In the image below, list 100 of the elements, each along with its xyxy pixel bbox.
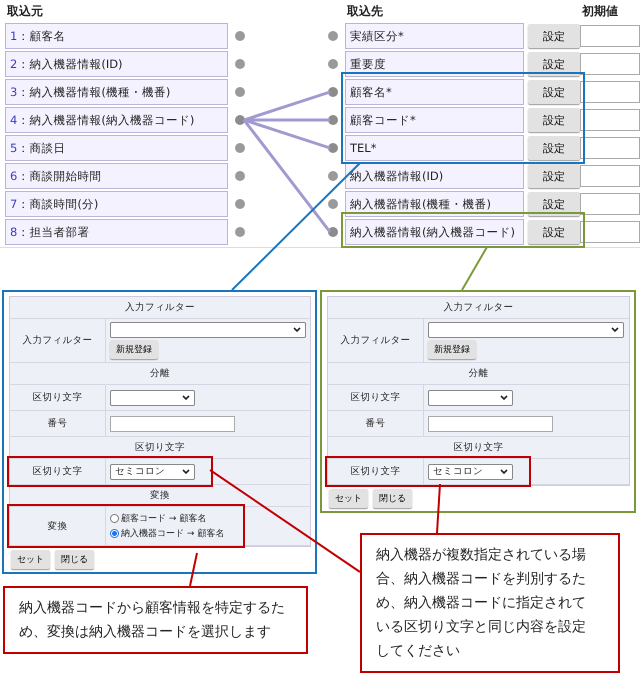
target-field[interactable]: TEL*	[345, 135, 524, 161]
field-number: 3	[10, 85, 18, 99]
source-field[interactable]: 2：納入機器情報(ID)	[5, 51, 228, 77]
field-name: ：担当者部署	[17, 224, 90, 240]
field-name: ：商談日	[17, 140, 66, 156]
radio-button[interactable]	[110, 514, 119, 523]
connector-dot[interactable]	[235, 31, 245, 41]
field-label: 区切り文字	[328, 385, 424, 410]
field-name: ：納入機器情報(機種・機番)	[17, 84, 170, 100]
default-value-field[interactable]	[580, 221, 640, 243]
option-label: 顧客コード → 顧客名	[121, 512, 206, 525]
field-number: 4	[10, 113, 18, 127]
settings-button[interactable]: 設定	[528, 24, 580, 48]
new-registration-button[interactable]: 新規登録	[428, 340, 476, 359]
section-heading: 分離	[10, 363, 310, 385]
default-value-field[interactable]	[580, 193, 640, 215]
source-field[interactable]: 7：商談時間(分)	[5, 191, 228, 217]
connector-dot[interactable]	[328, 59, 338, 69]
default-value-field[interactable]	[580, 53, 640, 75]
settings-button[interactable]: 設定	[528, 220, 580, 244]
source-field[interactable]: 5：商談日	[5, 135, 228, 161]
settings-button[interactable]: 設定	[528, 192, 580, 216]
number-field[interactable]	[110, 416, 235, 432]
source-field[interactable]: 4：納入機器情報(納入機器コード)	[5, 107, 228, 133]
dropdown-value: セミコロン	[433, 465, 483, 478]
field-number: 8	[10, 225, 18, 239]
connector-dot[interactable]	[328, 115, 338, 125]
number-field[interactable]	[428, 416, 553, 432]
delimiter-dropdown[interactable]	[428, 390, 513, 406]
field-label: 変換	[10, 507, 106, 545]
default-value-field[interactable]	[580, 109, 640, 131]
settings-button[interactable]: 設定	[528, 108, 580, 132]
section-heading: 分離	[328, 363, 629, 385]
filter-dropdown[interactable]	[110, 322, 306, 338]
panel-button[interactable]: セット	[329, 489, 368, 508]
connector-dot[interactable]	[235, 115, 245, 125]
panel-button[interactable]: セット	[11, 550, 50, 569]
field-label: 区切り文字	[10, 385, 106, 410]
settings-button[interactable]: 設定	[528, 80, 580, 104]
field-label: 入力フィルター	[10, 319, 106, 362]
chevron-icon	[293, 327, 301, 333]
settings-button[interactable]: 設定	[528, 52, 580, 76]
default-value-field[interactable]	[580, 81, 640, 103]
target-field[interactable]: 重要度	[345, 51, 524, 77]
delimiter-dropdown[interactable]	[110, 390, 195, 406]
connector-dot[interactable]	[235, 227, 245, 237]
source-field[interactable]: 6：商談開始時間	[5, 163, 228, 189]
default-value-field[interactable]	[580, 137, 640, 159]
connector-dot[interactable]	[235, 87, 245, 97]
column-heading: 取込先	[346, 2, 384, 20]
panel-button[interactable]: 閉じる	[55, 550, 94, 569]
dropdown-value: セミコロン	[115, 465, 165, 478]
source-field[interactable]: 8：担当者部署	[5, 219, 228, 245]
connector-dot[interactable]	[328, 227, 338, 237]
target-field[interactable]: 実績区分*	[345, 23, 524, 49]
leader-line	[436, 484, 441, 534]
settings-button[interactable]: 設定	[528, 164, 580, 188]
section-heading: 変換	[10, 485, 310, 507]
radio-option[interactable]: 顧客コード → 顧客名	[110, 512, 224, 525]
target-field[interactable]: 納入機器情報(納入機器コード)	[345, 219, 524, 245]
connector-dot[interactable]	[235, 171, 245, 181]
target-field[interactable]: 顧客名*	[345, 79, 524, 105]
connector-dot[interactable]	[235, 59, 245, 69]
panel-button[interactable]: 閉じる	[373, 489, 412, 508]
field-name: ：納入機器情報(納入機器コード)	[17, 112, 194, 128]
leader-line	[189, 552, 198, 586]
field-name: ：納入機器情報(ID)	[17, 56, 123, 72]
filter-dropdown[interactable]	[428, 322, 624, 338]
source-field[interactable]: 1：顧客名	[5, 23, 228, 49]
radio-button[interactable]	[110, 529, 119, 538]
connector-dot[interactable]	[328, 87, 338, 97]
connector-dot[interactable]	[235, 143, 245, 153]
default-value-field[interactable]	[580, 25, 640, 47]
default-value-field[interactable]	[580, 165, 640, 187]
field-label: 区切り文字	[10, 459, 106, 484]
connector-dot[interactable]	[328, 171, 338, 181]
connector-dot[interactable]	[328, 199, 338, 209]
section-heading: 入力フィルター	[10, 297, 310, 319]
section-heading: 区切り文字	[10, 437, 310, 459]
settings-button[interactable]: 設定	[528, 136, 580, 160]
connector-dot[interactable]	[328, 31, 338, 41]
field-number: 5	[10, 141, 18, 155]
target-field[interactable]: 顧客コード*	[345, 107, 524, 133]
field-label: 区切り文字	[328, 459, 424, 484]
connector-dot[interactable]	[328, 143, 338, 153]
section-heading: 区切り文字	[328, 437, 629, 459]
target-field[interactable]: 納入機器情報(機種・機番)	[345, 191, 524, 217]
field-number: 1	[10, 29, 18, 43]
chevron-icon	[500, 394, 508, 400]
new-registration-button[interactable]: 新規登録	[110, 340, 158, 359]
delimiter-dropdown[interactable]: セミコロン	[428, 464, 513, 480]
field-label: 番号	[10, 411, 106, 436]
chevron-icon	[182, 468, 190, 474]
chevron-icon	[500, 468, 508, 474]
callout-note: 納入機器が複数指定されている場合、納入機器コードを判別するため、納入機器コードに指定されている区切り文字と同じ内容を設定してください	[360, 533, 620, 673]
connector-dot[interactable]	[235, 199, 245, 209]
field-number: 6	[10, 169, 18, 183]
source-field[interactable]: 3：納入機器情報(機種・機番)	[5, 79, 228, 105]
delimiter-dropdown[interactable]: セミコロン	[110, 464, 195, 480]
target-field[interactable]: 納入機器情報(ID)	[345, 163, 524, 189]
